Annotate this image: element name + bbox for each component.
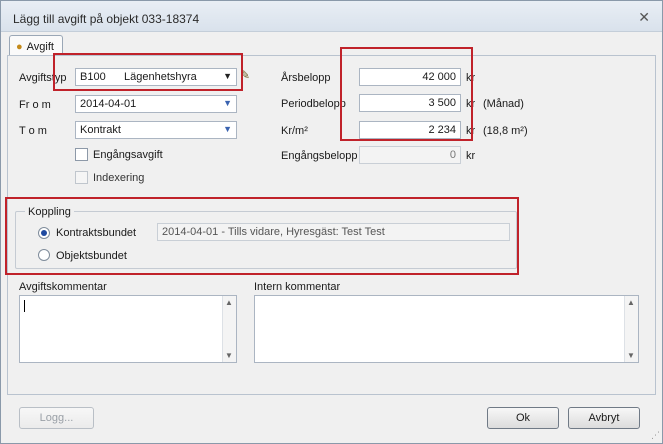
dialog-window: Lägg till avgift på objekt 033-18374 ✕ ●… [0, 0, 663, 444]
from-label: Fr o m [19, 99, 51, 111]
objektsbundet-label: Objektsbundet [56, 250, 127, 262]
engangsavgift-label: Engångsavgift [93, 149, 163, 161]
from-date-picker[interactable]: 2014-04-01 ▼ [75, 95, 237, 113]
money-bag-icon: ● [16, 40, 23, 53]
tab-bar: ● Avgift [1, 32, 662, 57]
tom-value: Kontrakt [80, 124, 121, 136]
scroll-down-icon[interactable]: ▼ [627, 351, 635, 360]
periodbelopp-input[interactable]: 3 500 [359, 94, 461, 112]
koppling-title: Koppling [25, 206, 74, 218]
avgiftskommentar-label: Avgiftskommentar [19, 281, 107, 293]
krm2-label: Kr/m² [281, 125, 308, 137]
engangsbelopp-input[interactable]: 0 [359, 146, 461, 164]
avgiftskommentar-textarea[interactable]: ▲ ▼ [19, 295, 237, 363]
scroll-up-icon[interactable]: ▲ [225, 298, 233, 307]
tab-avgift-label: Avgift [26, 40, 54, 53]
edit-icon[interactable]: ✎ [240, 68, 250, 82]
title-bar: Lägg till avgift på objekt 033-18374 ✕ [1, 1, 662, 32]
arsbelopp-label: Årsbelopp [281, 72, 331, 84]
tom-label: T o m [19, 125, 47, 137]
kontraktsbundet-radio[interactable] [38, 227, 50, 239]
krm2-input[interactable]: 2 234 [359, 121, 461, 139]
avgiftstyp-code: B100 [80, 71, 106, 83]
avgiftstyp-name: Lägenhetshyra [124, 71, 197, 83]
arsbelopp-input[interactable]: 42 000 [359, 68, 461, 86]
engangsbelopp-unit: kr [466, 150, 476, 162]
close-icon[interactable]: ✕ [638, 9, 650, 26]
window-title: Lägg till avgift på objekt 033-18374 [13, 12, 200, 26]
chevron-down-icon: ▼ [223, 124, 232, 134]
chevron-down-icon: ▼ [223, 71, 232, 81]
periodbelopp-label: Periodbelopp [281, 98, 346, 110]
krm2-note: (18,8 m²) [483, 125, 528, 137]
scroll-up-icon[interactable]: ▲ [627, 298, 635, 307]
avgiftstyp-select[interactable]: B100 Lägenhetshyra ▼ [75, 68, 237, 86]
periodbelopp-note: (Månad) [483, 98, 524, 110]
krm2-unit: kr [466, 125, 476, 137]
chevron-down-icon: ▼ [223, 98, 232, 108]
objektsbundet-radio[interactable] [38, 249, 50, 261]
scrollbar[interactable]: ▲ ▼ [624, 296, 638, 362]
resize-grip-icon[interactable]: ⋰ [651, 430, 660, 441]
indexering-checkbox[interactable] [75, 171, 88, 184]
periodbelopp-unit: kr [466, 98, 476, 110]
indexering-label: Indexering [93, 172, 145, 184]
intern-kommentar-label: Intern kommentar [254, 281, 341, 293]
tom-select[interactable]: Kontrakt ▼ [75, 121, 237, 139]
tab-avgift[interactable]: ● Avgift [9, 35, 63, 57]
kontrakt-display: 2014-04-01 - Tills vidare, Hyresgäst: Te… [157, 223, 510, 241]
avgiftstyp-label: Avgiftstyp [19, 72, 67, 84]
engangsbelopp-label: Engångsbelopp [281, 150, 358, 162]
kontraktsbundet-label: Kontraktsbundet [56, 227, 137, 239]
intern-kommentar-textarea[interactable]: ▲ ▼ [254, 295, 639, 363]
ok-button[interactable]: Ok [487, 407, 559, 429]
avbryt-button[interactable]: Avbryt [568, 407, 640, 429]
text-caret [24, 300, 25, 312]
scroll-down-icon[interactable]: ▼ [225, 351, 233, 360]
arsbelopp-unit: kr [466, 72, 476, 84]
logg-button[interactable]: Logg... [19, 407, 94, 429]
scrollbar[interactable]: ▲ ▼ [222, 296, 236, 362]
engangsavgift-checkbox[interactable] [75, 148, 88, 161]
from-value: 2014-04-01 [80, 98, 137, 110]
